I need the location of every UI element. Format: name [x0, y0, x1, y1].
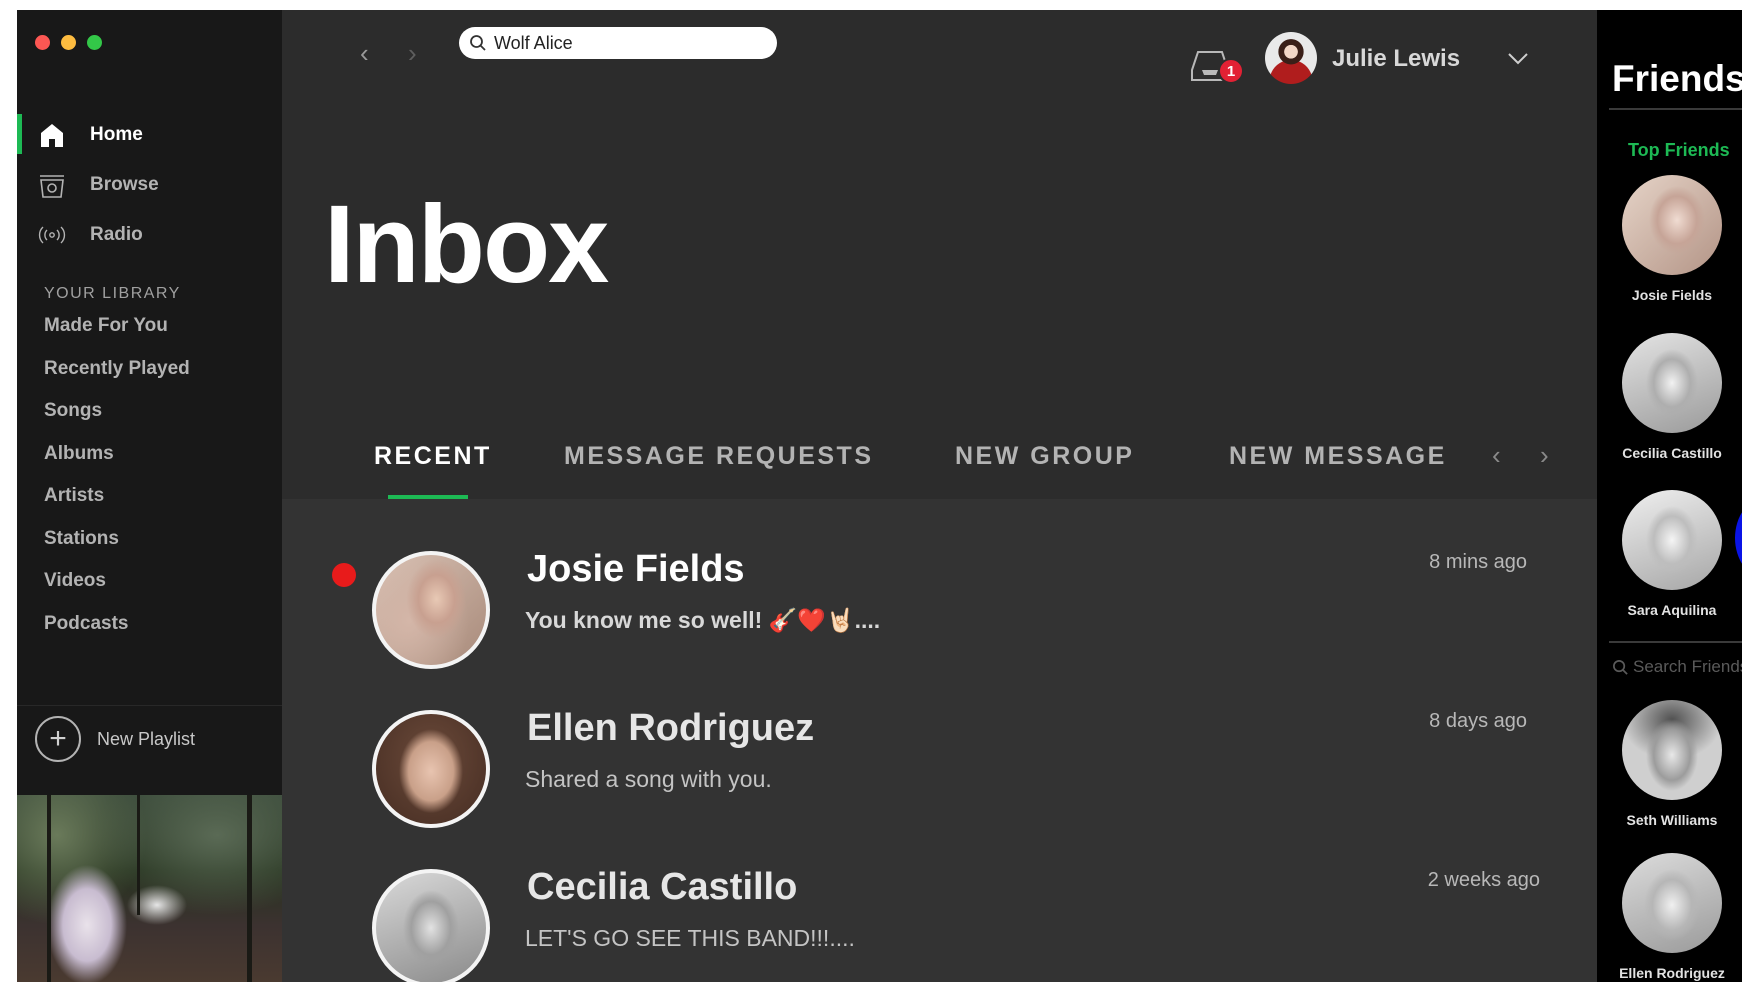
sidebar: Home Browse Radio YOUR LIBRARY Made For …: [17, 10, 282, 982]
nav-item-radio[interactable]: Radio: [17, 210, 282, 260]
top-friends-heading: Top Friends: [1628, 140, 1730, 160]
library-item-videos[interactable]: Videos: [44, 570, 190, 613]
tab-recent[interactable]: RECENT: [374, 442, 492, 471]
friend-name: Sara Aquilina: [1627, 602, 1717, 618]
library-item-albums[interactable]: Albums: [44, 443, 190, 486]
friend-name: Cecilia Castillo: [1622, 445, 1722, 461]
nav-item-home[interactable]: Home: [17, 110, 282, 160]
new-playlist-label: New Playlist: [97, 728, 196, 749]
main-nav: Home Browse Radio: [17, 110, 282, 260]
avatar: [372, 869, 490, 982]
avatar: [372, 710, 490, 828]
friend-search-input[interactable]: Search Friends: [1612, 657, 1742, 677]
library-heading: YOUR LIBRARY: [44, 285, 181, 302]
inbox-tabs: RECENT MESSAGE REQUESTS NEW GROUP NEW ME…: [282, 440, 1597, 499]
avatar: [1622, 333, 1722, 433]
friend-sara-aquilina[interactable]: Sara Aquilina: [1597, 490, 1742, 618]
friend-name: Seth Williams: [1626, 812, 1718, 828]
minimize-window-button[interactable]: [61, 35, 76, 50]
tabs-prev-icon[interactable]: ‹: [1492, 440, 1501, 471]
now-playing-album-art[interactable]: [17, 795, 282, 982]
message-time: 2 weeks ago: [1427, 869, 1540, 891]
message-preview: You know me so well! 🎸❤️🤘🏻....: [525, 607, 881, 633]
sidebar-divider: [17, 705, 282, 706]
tab-message-requests[interactable]: MESSAGE REQUESTS: [564, 442, 874, 471]
library-item-podcasts[interactable]: Podcasts: [44, 613, 190, 656]
library-item-songs[interactable]: Songs: [44, 400, 190, 443]
main-panel: ‹ › Wolf Alice 1 Julie Lewis Inbox RECEN…: [282, 10, 1597, 982]
message-preview: Shared a song with you.: [525, 766, 772, 792]
search-input[interactable]: Wolf Alice: [459, 27, 777, 59]
sender-name: Josie Fields: [527, 548, 745, 590]
user-name[interactable]: Julie Lewis: [1332, 45, 1460, 73]
library-item-recently-played[interactable]: Recently Played: [44, 358, 190, 401]
friends-panel: Friends Top Friends Josie Fields Cecilia…: [1597, 10, 1742, 982]
nav-label: Browse: [90, 174, 159, 195]
friends-title: Friends: [1612, 58, 1742, 99]
back-arrow-icon[interactable]: ‹: [360, 38, 369, 69]
library-item-artists[interactable]: Artists: [44, 485, 190, 528]
home-icon: [36, 119, 68, 151]
message-row[interactable]: Cecilia Castillo LET'S GO SEE THIS BAND!…: [282, 817, 1597, 982]
page-title: Inbox: [324, 183, 609, 306]
message-list: Josie Fields You know me so well! 🎸❤️🤘🏻.…: [282, 499, 1597, 982]
library-list: Made For You Recently Played Songs Album…: [44, 315, 190, 655]
maximize-window-button[interactable]: [87, 35, 102, 50]
new-playlist-button[interactable]: + New Playlist: [35, 716, 195, 762]
nav-label: Radio: [90, 224, 143, 245]
radio-icon: [36, 219, 68, 251]
search-icon: [1613, 659, 1628, 675]
avatar: [1622, 853, 1722, 953]
avatar: [372, 551, 490, 669]
friend-ellen-rodriguez[interactable]: Ellen Rodriguez: [1597, 853, 1742, 981]
library-item-stations[interactable]: Stations: [44, 528, 190, 571]
unread-indicator: [332, 563, 356, 587]
message-time: 8 days ago: [1429, 710, 1527, 732]
nav-label: Home: [90, 124, 143, 145]
chevron-down-icon[interactable]: [1507, 46, 1529, 72]
message-time: 8 mins ago: [1429, 551, 1527, 573]
plus-icon: +: [35, 716, 81, 762]
browse-icon: [36, 169, 68, 201]
avatar: [1622, 700, 1722, 800]
nav-item-browse[interactable]: Browse: [17, 160, 282, 210]
friends-divider: [1609, 641, 1742, 643]
sender-name: Ellen Rodriguez: [527, 707, 815, 749]
message-preview: LET'S GO SEE THIS BAND!!!....: [525, 925, 855, 951]
avatar: [1622, 490, 1722, 590]
tabs-next-icon[interactable]: ›: [1540, 440, 1549, 471]
search-value: Wolf Alice: [494, 32, 573, 53]
message-row[interactable]: Josie Fields You know me so well! 🎸❤️🤘🏻.…: [282, 499, 1597, 669]
search-icon: [470, 35, 486, 51]
friend-name: Josie Fields: [1631, 287, 1713, 303]
close-window-button[interactable]: [35, 35, 50, 50]
window-controls: [35, 35, 102, 50]
friend-seth-williams[interactable]: Seth Williams: [1597, 700, 1742, 828]
app-window: Home Browse Radio YOUR LIBRARY Made For …: [17, 10, 1742, 982]
forward-arrow-icon[interactable]: ›: [408, 38, 417, 69]
tab-new-group[interactable]: NEW GROUP: [955, 442, 1134, 471]
tab-new-message[interactable]: NEW MESSAGE: [1229, 442, 1447, 471]
friend-cecilia-castillo[interactable]: Cecilia Castillo: [1597, 333, 1742, 461]
friend-josie-fields[interactable]: Josie Fields: [1597, 175, 1742, 303]
library-item-made-for-you[interactable]: Made For You: [44, 315, 190, 358]
friend-search-placeholder: Search Friends: [1633, 657, 1742, 676]
message-row[interactable]: Ellen Rodriguez Shared a song with you. …: [282, 658, 1597, 828]
avatar: [1622, 175, 1722, 275]
sender-name: Cecilia Castillo: [527, 866, 798, 908]
friends-divider: [1609, 108, 1742, 110]
user-avatar[interactable]: [1265, 32, 1317, 84]
friend-name: Ellen Rodriguez: [1619, 965, 1725, 981]
notification-badge: 1: [1218, 58, 1244, 84]
